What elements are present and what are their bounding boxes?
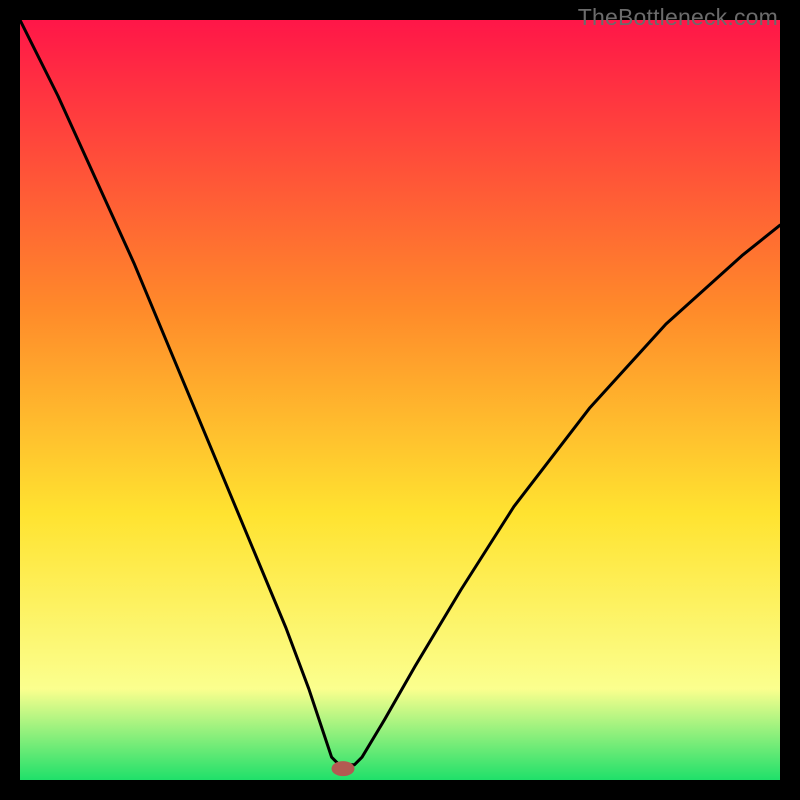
watermark-text: TheBottleneck.com [578,4,778,31]
chart-svg [20,20,780,780]
gradient-background [20,20,780,780]
chart-frame: TheBottleneck.com [0,0,800,800]
plot-area [20,20,780,780]
optimal-point-marker [332,762,354,776]
